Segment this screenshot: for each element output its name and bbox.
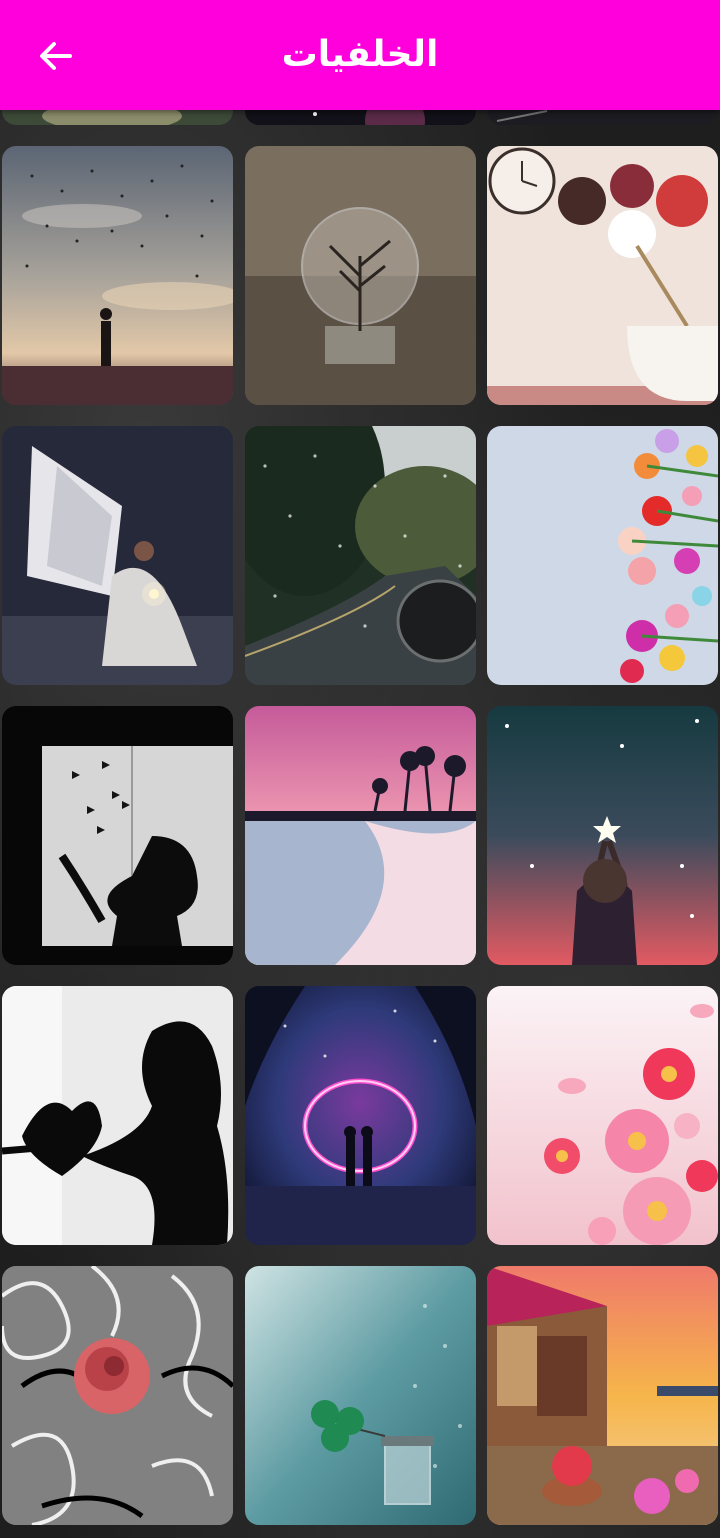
wallpaper-heart-silhouette[interactable] [2, 986, 233, 1245]
wallpaper-pink-cosmos[interactable] [487, 986, 718, 1245]
wallpaper-butterflies-silhouette[interactable] [2, 706, 233, 965]
wallpaper-angel-candle[interactable] [2, 426, 233, 685]
page-title: الخلفيات [281, 34, 439, 75]
wallpaper-clock-flowers[interactable] [487, 146, 718, 405]
app-bar: الخلفيات [0, 0, 720, 110]
wallpaper-pink-beach[interactable] [245, 706, 476, 965]
wallpaper-rainy-road[interactable] [245, 426, 476, 685]
wallpaper-sunset-street[interactable] [487, 1266, 718, 1525]
wallpaper-girl-star[interactable] [487, 706, 718, 965]
wallpaper-grid [0, 0, 720, 1538]
wallpaper-birds-silhouette[interactable] [2, 146, 233, 405]
wallpaper-flowers-blue-wall[interactable] [487, 426, 718, 685]
wallpaper-clover-jar[interactable] [245, 1266, 476, 1525]
wallpaper-tree-lightbulb[interactable] [245, 146, 476, 405]
wallpaper-neon-portal-couple[interactable] [245, 986, 476, 1245]
wallpaper-rose-fence[interactable] [2, 1266, 233, 1525]
